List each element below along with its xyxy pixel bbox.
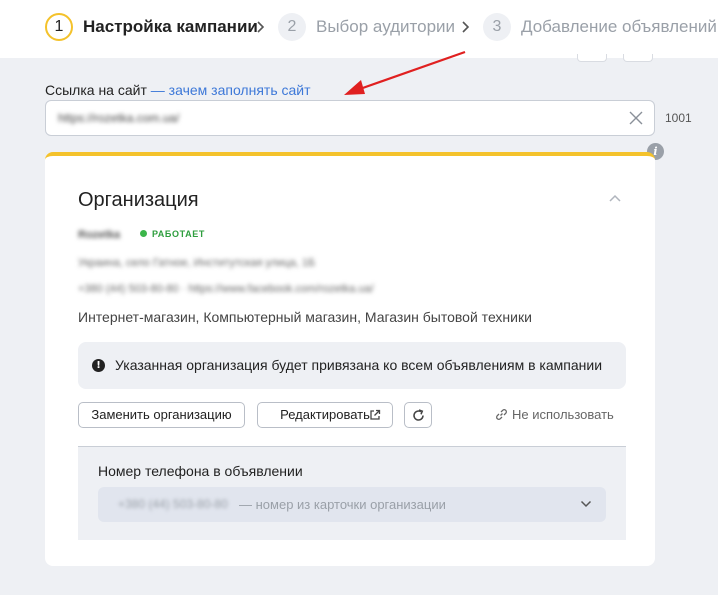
- phone-select[interactable]: +380 (44) 503-80-80 — номер из карточки …: [98, 487, 606, 522]
- chevron-right-icon: [257, 21, 265, 33]
- status-text: РАБОТАЕТ: [152, 229, 205, 239]
- edit-organization-button[interactable]: Редактировать: [257, 402, 393, 428]
- notice-text: Указанная организация будет привязана ко…: [115, 357, 603, 373]
- site-url-input[interactable]: https://rozetka.com.ua/: [45, 100, 655, 136]
- status-dot-icon: [140, 230, 147, 237]
- organization-address: Украина, село Гатное, Институтская улица…: [78, 257, 316, 269]
- chevron-up-icon[interactable]: [608, 193, 622, 203]
- info-icon: !: [92, 359, 105, 372]
- why-fill-site-link[interactable]: — зачем заполнять сайт: [151, 82, 311, 98]
- step-1-number[interactable]: 1: [45, 13, 73, 41]
- step-2-number[interactable]: 2: [278, 13, 306, 41]
- toolbar-button[interactable]: [623, 54, 653, 62]
- chevron-right-icon: [462, 21, 470, 33]
- toolbar-button[interactable]: [577, 54, 607, 62]
- organization-card: Организация Rozetka РАБОТАЕТ Украина, се…: [45, 152, 655, 566]
- organization-name: Rozetka: [78, 229, 121, 241]
- step-3-label[interactable]: Добавление объявлений: [521, 17, 717, 37]
- external-link-icon: [370, 409, 381, 420]
- phone-hint: — номер из карточки организации: [239, 497, 446, 512]
- replace-organization-button[interactable]: Заменить организацию: [78, 402, 245, 428]
- edit-button-label: Редактировать: [280, 407, 370, 422]
- site-url-value[interactable]: https://rozetka.com.ua/: [58, 111, 179, 125]
- unlink-icon: [496, 409, 507, 420]
- annotation-arrow-icon: [344, 50, 466, 95]
- organization-notice: ! Указанная организация будет привязана …: [78, 342, 626, 389]
- site-link-label: Ссылка на сайт — зачем заполнять сайт: [45, 82, 311, 98]
- clear-icon[interactable]: [628, 110, 644, 126]
- dont-use-link[interactable]: Не использовать: [495, 407, 614, 422]
- status-badge: РАБОТАЕТ: [140, 229, 205, 239]
- step-1-label[interactable]: Настройка кампании: [83, 17, 258, 37]
- phone-number: +380 (44) 503-80-80: [118, 497, 228, 511]
- organization-title: Организация: [78, 189, 199, 211]
- organization-contacts: +380 (44) 503-80-80 · https://www.facebo…: [78, 283, 374, 295]
- step-2-label[interactable]: Выбор аудитории: [316, 17, 455, 37]
- phone-section: Номер телефона в объявлении +380 (44) 50…: [78, 446, 626, 540]
- character-counter: 1001: [665, 111, 692, 125]
- step-3-number[interactable]: 3: [483, 13, 511, 41]
- phone-label: Номер телефона в объявлении: [98, 463, 303, 479]
- site-link-label-text: Ссылка на сайт: [45, 82, 147, 98]
- refresh-button[interactable]: [404, 402, 432, 428]
- chevron-down-icon: [580, 500, 592, 508]
- organization-categories: Интернет-магазин, Компьютерный магазин, …: [78, 309, 532, 325]
- refresh-icon: [413, 409, 424, 421]
- dont-use-label: Не использовать: [512, 407, 614, 422]
